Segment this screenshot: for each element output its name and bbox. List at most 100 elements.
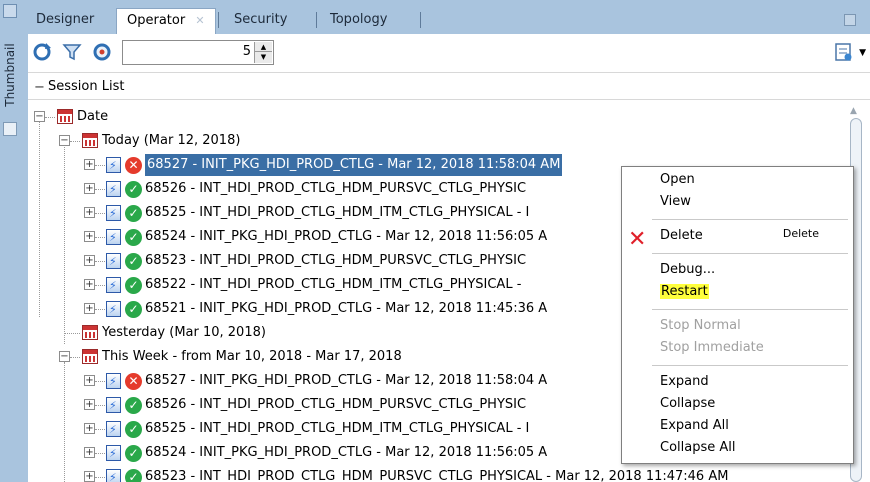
menu-item-label: Expand All [660,418,729,433]
session-label: 68524 - INIT_PKG_HDI_PROD_CTLG - Mar 12,… [145,229,548,244]
menu-item-expand-all[interactable]: Expand All [660,416,729,436]
session-row[interactable]: + ✓ 68524 - INIT_PKG_HDI_PROD_CTLG - Mar… [78,442,678,465]
session-list-header[interactable]: − Session List [28,72,870,100]
session-row[interactable]: + ✕ 68527 - INIT_PKG_HDI_PROD_CTLG - Mar… [78,154,678,177]
menu-item-label: Open [660,172,695,187]
session-icon [106,203,121,225]
tab-designer[interactable]: Designer [26,8,104,34]
collapse-node-icon[interactable]: − [34,111,45,122]
collapse-node-icon[interactable]: − [59,351,70,362]
tab-operator[interactable]: Operator ✕ [116,8,216,34]
session-label: 68527 - INIT_PKG_HDI_PROD_CTLG - Mar 12,… [145,154,563,176]
maximize-icon[interactable] [844,14,856,26]
collapse-node-icon[interactable]: − [59,135,70,146]
menu-item-open[interactable]: Open [660,170,695,190]
tree-node-today[interactable]: − Today (Mar 12, 2018) [53,130,453,152]
refresh-count-value: 5 [242,44,251,59]
tab-security[interactable]: Security [224,8,297,34]
close-tab-icon[interactable]: ✕ [195,14,204,27]
tree-connector [95,429,105,430]
session-row[interactable]: + ✓ 68523 - INT_HDI_PROD_CTLG_HDM_PURSVC… [78,466,848,482]
tree-node-date[interactable]: − Date [28,106,328,128]
session-row[interactable]: + ✓ 68525 - INT_HDI_PROD_CTLG_HDM_ITM_CT… [78,418,678,441]
scroll-up-icon[interactable]: ▲ [850,106,857,116]
refresh-count-spinner[interactable]: 5 ▲ ▼ [122,40,274,65]
session-label: 68525 - INT_HDI_PROD_CTLG_HDM_ITM_CTLG_P… [145,421,530,436]
session-row[interactable]: + ✓ 68524 - INIT_PKG_HDI_PROD_CTLG - Mar… [78,226,678,249]
calendar-icon [82,133,98,148]
tree-connector [95,213,105,214]
filter-icon[interactable] [62,42,82,62]
session-icon [106,395,121,417]
panel-restore-icon[interactable] [3,4,17,18]
session-icon [106,467,121,482]
menu-separator [652,253,848,254]
expand-node-icon[interactable]: + [84,231,95,242]
expand-node-icon[interactable]: + [84,183,95,194]
expand-node-icon[interactable]: + [84,207,95,218]
session-row[interactable]: + ✕ 68527 - INIT_PKG_HDI_PROD_CTLG - Mar… [78,370,678,393]
auto-refresh-icon[interactable] [92,42,112,62]
menu-item-debug[interactable]: Debug... [660,260,715,280]
expand-node-icon[interactable]: + [84,471,95,482]
tab-divider [316,12,317,28]
tree-node-label: Date [77,109,109,124]
tree-connector [95,165,105,166]
success-status-icon: ✓ [125,181,142,198]
success-status-icon: ✓ [125,205,142,222]
tab-topology-label: Topology [330,12,388,27]
session-row[interactable]: + ✓ 68523 - INT_HDI_PROD_CTLG_HDM_PURSVC… [78,250,678,273]
tree-node-yesterday[interactable]: Yesterday (Mar 10, 2018) [53,322,453,344]
tree-guide-line [64,144,65,344]
tree-node-this-week[interactable]: − This Week - from Mar 10, 2018 - Mar 17… [53,346,553,368]
chevron-down-icon[interactable]: ▼ [859,48,866,58]
delete-icon: ✕ [628,227,647,252]
session-icon [106,251,121,273]
session-row[interactable]: + ✓ 68526 - INT_HDI_PROD_CTLG_HDM_PURSVC… [78,394,678,417]
tab-divider [420,12,421,28]
export-report-icon[interactable] [834,42,854,62]
tree-connector [95,381,105,382]
menu-item-collapse-all[interactable]: Collapse All [660,438,736,458]
menu-item-label: Stop Normal [660,318,741,333]
thumbnail-icon[interactable] [3,122,17,136]
menu-item-restart[interactable]: Restart [660,282,709,302]
tab-designer-label: Designer [36,12,95,27]
menu-item-view[interactable]: View [660,192,691,212]
refresh-icon[interactable] [32,42,52,62]
expand-node-icon[interactable]: + [84,423,95,434]
expand-node-icon[interactable]: + [84,279,95,290]
menu-item-label: Collapse [660,396,716,411]
collapse-section-icon[interactable]: − [34,80,45,95]
tab-topology[interactable]: Topology [320,8,397,34]
session-row[interactable]: + ✓ 68525 - INT_HDI_PROD_CTLG_HDM_ITM_CT… [78,202,678,225]
thumbnail-side-tab[interactable]: Thumbnail [0,36,20,116]
spinner-down-icon[interactable]: ▼ [255,52,272,62]
tree-connector [64,333,80,334]
menu-item-collapse[interactable]: Collapse [660,394,715,414]
expand-node-icon[interactable]: + [84,447,95,458]
session-row[interactable]: + ✓ 68522 - INT_HDI_PROD_CTLG_HDM_ITM_CT… [78,274,678,297]
menu-item-label: View [660,194,691,209]
thumbnail-tab-label: Thumbnail [3,43,17,107]
menu-item-label: Restart [660,284,709,299]
session-label: 68526 - INT_HDI_PROD_CTLG_HDM_PURSVC_CTL… [145,397,527,412]
tree-guide-line [39,117,40,317]
session-row[interactable]: + ✓ 68521 - INIT_PKG_HDI_PROD_CTLG - Mar… [78,298,678,321]
expand-node-icon[interactable]: + [84,159,95,170]
left-side-strip: Thumbnail [0,0,20,482]
spinner-up-icon[interactable]: ▲ [255,42,272,52]
menu-separator [652,219,848,220]
tab-security-label: Security [234,12,288,27]
menu-item-expand[interactable]: Expand [660,372,709,392]
menu-item-label: Stop Immediate [660,340,764,355]
session-row[interactable]: + ✓ 68526 - INT_HDI_PROD_CTLG_HDM_PURSVC… [78,178,678,201]
expand-node-icon[interactable]: + [84,255,95,266]
spinner-buttons: ▲ ▼ [254,42,272,63]
success-status-icon: ✓ [125,301,142,318]
expand-node-icon[interactable]: + [84,399,95,410]
expand-node-icon[interactable]: + [84,375,95,386]
tab-divider [218,12,219,28]
menu-item-delete[interactable]: Delete [660,226,703,246]
expand-node-icon[interactable]: + [84,303,95,314]
